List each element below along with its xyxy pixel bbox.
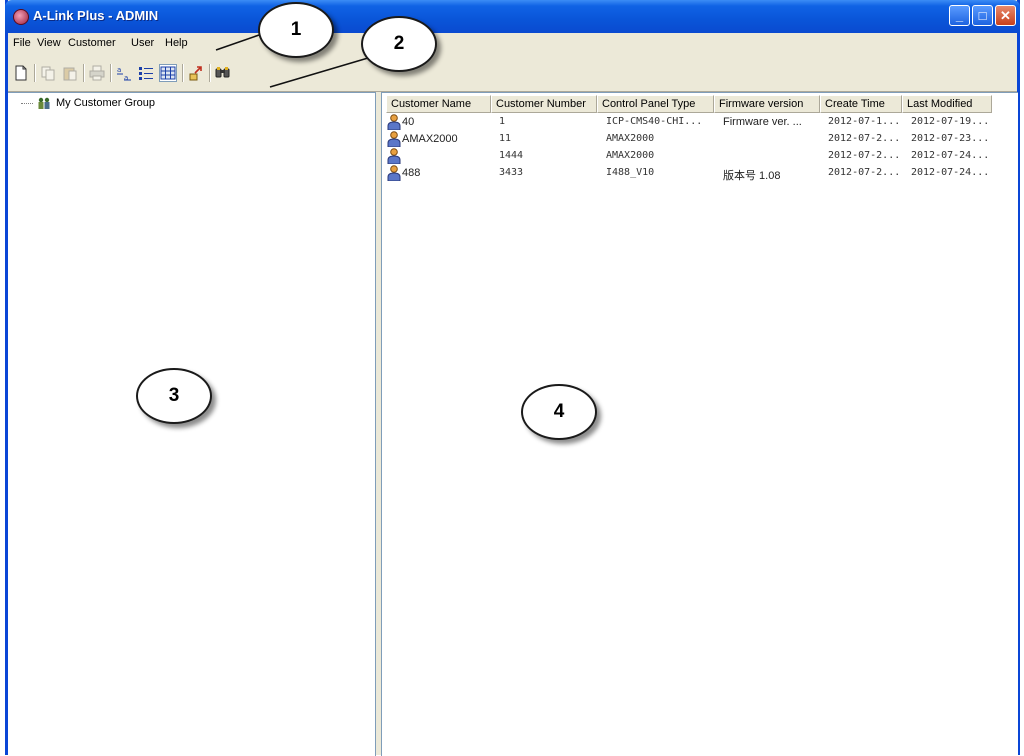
callout-1: 1	[258, 2, 334, 58]
menu-bar: File View Customer User Help	[8, 35, 1017, 53]
export-icon[interactable]	[188, 65, 204, 81]
callout-3: 3	[136, 368, 212, 424]
menu-view[interactable]: View	[37, 37, 61, 49]
table-row[interactable]: 488 3433 I488_V10 版本号 1.08 2012-07-2... …	[382, 165, 1018, 182]
menu-file[interactable]: File	[13, 37, 31, 49]
table-row[interactable]: AMAX2000 11 AMAX2000 2012-07-2... 2012-0…	[382, 131, 1018, 148]
cell-control-panel-type: I488_V10	[606, 167, 655, 178]
cell-customer-number: 3433	[499, 167, 524, 178]
column-header-firmware-version[interactable]: Firmware version	[714, 95, 820, 113]
cell-last-modified: 2012-07-23...	[911, 133, 990, 144]
customer-tree-pane[interactable]: My Customer Group	[8, 92, 376, 756]
cell-create-time: 2012-07-1...	[828, 116, 901, 127]
cell-firmware-version: Firmware ver. ...	[723, 116, 802, 128]
cell-create-time: 2012-07-2...	[828, 167, 901, 178]
callout-2: 2	[361, 16, 437, 72]
callout-4: 4	[521, 384, 597, 440]
maximize-button[interactable]: □	[972, 5, 993, 26]
copy-icon[interactable]	[40, 65, 56, 81]
cell-firmware-version: 版本号 1.08	[723, 170, 781, 182]
minimize-button[interactable]: _	[949, 5, 970, 26]
sort-icon[interactable]: aa	[116, 65, 132, 81]
customer-icon	[387, 131, 401, 147]
menu-user[interactable]: User	[131, 37, 154, 49]
cell-create-time: 2012-07-2...	[828, 150, 901, 161]
cell-customer-number: 1	[499, 116, 506, 127]
cell-customer-name: AMAX2000	[402, 133, 458, 145]
tree-connector-line	[21, 103, 33, 104]
cell-customer-number: 1444	[499, 150, 524, 161]
column-header-customer-name[interactable]: Customer Name	[386, 95, 491, 113]
cell-control-panel-type: ICP-CMS40-CHI...	[606, 116, 703, 127]
close-button[interactable]: ✕	[995, 5, 1016, 26]
tree-item-my-customer-group[interactable]: My Customer Group	[56, 97, 155, 109]
column-header-last-modified[interactable]: Last Modified	[902, 95, 992, 113]
details-view-icon[interactable]	[138, 65, 154, 81]
cell-control-panel-type: AMAX2000	[606, 150, 655, 161]
customer-group-icon	[38, 97, 50, 109]
print-icon[interactable]	[89, 65, 105, 81]
window-title: A-Link Plus - ADMIN	[33, 8, 159, 23]
toolbar: aa	[8, 55, 1017, 92]
svg-text:a: a	[117, 66, 121, 74]
cell-customer-name: 40	[402, 116, 415, 128]
cell-create-time: 2012-07-2...	[828, 133, 901, 144]
customer-list-pane[interactable]: Customer Name Customer Number Control Pa…	[381, 92, 1018, 756]
title-bar[interactable]: A-Link Plus - ADMIN _ □ ✕	[5, 0, 1020, 33]
new-icon[interactable]	[13, 65, 29, 81]
cell-customer-name: 488	[402, 167, 421, 179]
column-header-control-panel-type[interactable]: Control Panel Type	[597, 95, 714, 113]
menu-customer[interactable]: Customer	[68, 37, 116, 49]
customer-icon	[387, 165, 401, 181]
menu-help[interactable]: Help	[165, 37, 188, 49]
customer-icon	[387, 148, 401, 164]
app-logo-icon	[13, 9, 29, 25]
cell-last-modified: 2012-07-24...	[911, 150, 990, 161]
table-row[interactable]: 40 1 ICP-CMS40-CHI... Firmware ver. ... …	[382, 114, 1018, 131]
customer-icon	[387, 114, 401, 130]
paste-icon[interactable]	[62, 65, 78, 81]
column-header-customer-number[interactable]: Customer Number	[491, 95, 597, 113]
cell-last-modified: 2012-07-19...	[911, 116, 990, 127]
column-header-create-time[interactable]: Create Time	[820, 95, 902, 113]
table-row[interactable]: 1444 AMAX2000 2012-07-2... 2012-07-24...	[382, 148, 1018, 165]
grid-view-icon[interactable]	[159, 64, 177, 82]
cell-last-modified: 2012-07-24...	[911, 167, 990, 178]
find-icon[interactable]	[215, 65, 231, 81]
cell-customer-number: 11	[499, 133, 512, 144]
cell-control-panel-type: AMAX2000	[606, 133, 655, 144]
